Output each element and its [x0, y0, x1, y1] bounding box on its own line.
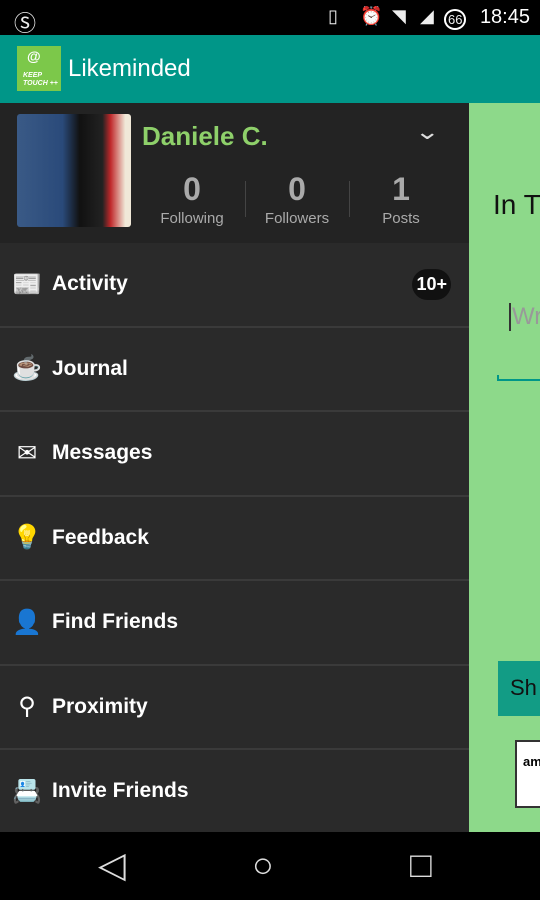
menu-item-feedback[interactable]: 💡 Feedback: [0, 497, 469, 581]
menu-label: Feedback: [52, 525, 149, 549]
status-bar: Ⓢ ▯ ⏰ ◥ ◢ 66 18:45: [0, 0, 540, 36]
contacts-icon: 📇: [12, 777, 42, 805]
location-pin-icon: ⚲: [18, 693, 36, 721]
menu-item-proximity[interactable]: ⚲ Proximity: [0, 666, 469, 750]
avatar[interactable]: [17, 114, 131, 227]
main-title: In T: [493, 189, 540, 220]
menu-label: Invite Friends: [52, 779, 189, 803]
battery-icon: 66: [444, 9, 467, 30]
add-user-icon: 👤: [12, 608, 42, 636]
menu-label: Journal: [52, 356, 128, 380]
stat-following[interactable]: 0 Following: [140, 171, 244, 227]
signal-icon: ◢: [420, 6, 434, 26]
newspaper-icon: 📰: [12, 270, 42, 298]
menu-item-invite-friends[interactable]: 📇 Invite Friends: [0, 750, 469, 835]
back-icon[interactable]: ◁: [98, 844, 126, 886]
system-nav-bar: ◁ ○ □: [0, 832, 540, 900]
user-name: Daniele C.: [142, 121, 268, 151]
wifi-icon: ◥: [392, 6, 406, 26]
ad-banner[interactable]: am: [515, 740, 540, 808]
home-icon[interactable]: ○: [252, 844, 274, 886]
chevron-down-icon[interactable]: ⌄: [414, 119, 440, 145]
stat-value: 0: [288, 171, 306, 207]
menu-label: Activity: [52, 272, 128, 296]
recents-icon[interactable]: □: [410, 844, 432, 886]
menu-item-journal[interactable]: ☕ Journal: [0, 328, 469, 412]
input-underline: [497, 375, 540, 381]
share-button[interactable]: Sh: [498, 661, 540, 716]
main-content: In T Wr Sh am: [469, 103, 540, 832]
menu-label: Messages: [52, 441, 153, 465]
profile-header: Daniele C. ⌄ 0 Following 0 Followers 1 Post…: [0, 103, 469, 243]
app-bar: @ KEEP TOUCH ++ Likeminded: [0, 35, 540, 103]
menu-label: Find Friends: [52, 610, 178, 634]
stat-posts[interactable]: 1 Posts: [349, 171, 453, 227]
post-input[interactable]: Wr: [509, 303, 540, 331]
stat-followers[interactable]: 0 Followers: [245, 171, 349, 227]
vibrate-icon: ▯: [328, 6, 338, 26]
app-notification-icon: Ⓢ: [14, 11, 37, 36]
stat-label: Following: [160, 210, 224, 227]
alarm-icon: ⏰: [360, 6, 383, 26]
stat-value: 1: [392, 171, 410, 207]
stat-label: Followers: [264, 210, 330, 227]
menu-item-find-friends[interactable]: 👤 Find Friends: [0, 581, 469, 666]
app-logo[interactable]: @ KEEP TOUCH ++: [17, 46, 61, 91]
clock: 18:45: [479, 6, 530, 28]
notification-badge: 10+: [412, 269, 451, 300]
app-title: Likeminded: [68, 55, 191, 82]
stat-label: Posts: [382, 210, 420, 227]
menu-item-messages[interactable]: ✉ Messages: [0, 412, 469, 497]
stat-value: 0: [183, 171, 201, 207]
coffee-icon: ☕: [12, 355, 42, 383]
lightbulb-icon: 💡: [12, 524, 42, 552]
envelope-icon: ✉: [16, 439, 38, 467]
navigation-drawer: Daniele C. ⌄ 0 Following 0 Followers 1 Post…: [0, 103, 469, 835]
menu-label: Proximity: [52, 694, 148, 718]
menu-item-activity[interactable]: 📰 Activity 10+: [0, 243, 469, 328]
